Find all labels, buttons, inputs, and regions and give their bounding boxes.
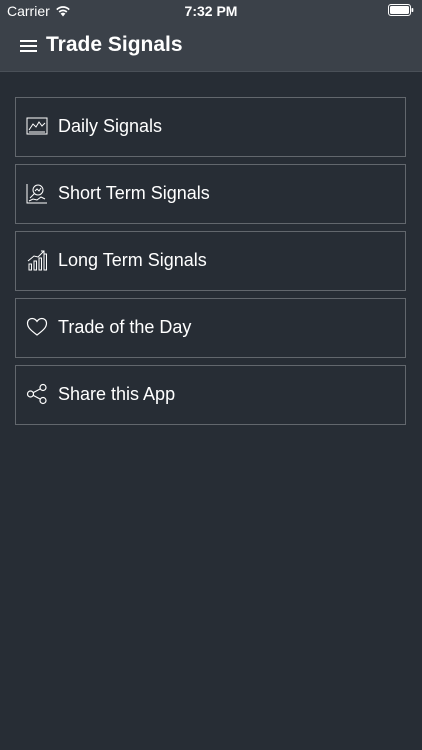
menu-list: Daily Signals Short Term Signals Long Te… bbox=[15, 97, 406, 432]
title-bar: Trade Signals bbox=[0, 22, 422, 70]
menu-item-label: Share this App bbox=[58, 384, 176, 404]
menu-item-short-term-signals[interactable]: Short Term Signals bbox=[15, 164, 406, 224]
menu-item-trade-of-the-day[interactable]: Trade of the Day bbox=[15, 298, 406, 358]
menu-item-daily-signals[interactable]: Daily Signals bbox=[15, 97, 406, 157]
chart-search-icon bbox=[26, 184, 47, 204]
menu-item-label: Daily Signals bbox=[58, 116, 163, 136]
menu-item-long-term-signals[interactable]: Long Term Signals bbox=[15, 231, 406, 291]
status-time: 7:32 PM bbox=[184, 3, 238, 19]
menu-item-label: Long Term Signals bbox=[58, 250, 207, 270]
bar-chart-trend-icon bbox=[27, 250, 47, 271]
hamburger-menu-icon[interactable] bbox=[18, 35, 40, 57]
heart-icon bbox=[26, 317, 48, 336]
menu-item-label: Trade of the Day bbox=[58, 317, 192, 337]
page-title: Trade Signals bbox=[46, 33, 183, 56]
chart-area-icon bbox=[26, 117, 48, 135]
app-header: Carrier 7:32 PM Trade Signals bbox=[0, 0, 422, 72]
menu-item-label: Short Term Signals bbox=[58, 183, 210, 203]
menu-item-share-app[interactable]: Share this App bbox=[15, 365, 406, 425]
status-bar: Carrier 7:32 PM bbox=[0, 0, 422, 22]
battery-icon bbox=[388, 4, 414, 16]
share-icon bbox=[26, 383, 47, 405]
